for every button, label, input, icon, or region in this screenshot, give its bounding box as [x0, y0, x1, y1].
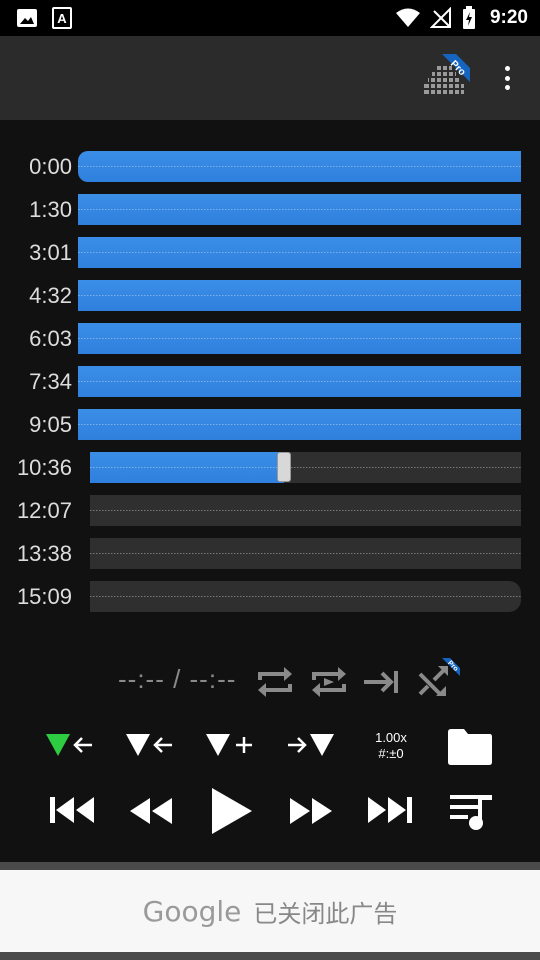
- row-time: 3:01: [29, 240, 72, 265]
- font-notification-icon: A: [52, 7, 72, 29]
- row-time: 6:03: [29, 326, 72, 351]
- waveform-row[interactable]: 3:01: [0, 237, 540, 269]
- repeat-icon[interactable]: [256, 664, 294, 700]
- position-text: --:-- / --:--: [118, 664, 237, 694]
- row-time: 1:30: [29, 197, 72, 222]
- row-time: 15:09: [16, 584, 72, 609]
- next-track-mode-icon[interactable]: [362, 668, 400, 696]
- skip-previous-icon[interactable]: [48, 794, 96, 826]
- repeat-one-icon[interactable]: [310, 664, 348, 700]
- playhead-handle[interactable]: [276, 452, 291, 482]
- waveform-row[interactable]: 7:34: [0, 366, 540, 398]
- row-time: 9:05: [29, 412, 72, 437]
- ad-closed-message: 已关闭此广告: [253, 900, 398, 928]
- row-time: 0:00: [29, 154, 72, 179]
- skip-next-icon[interactable]: [366, 794, 414, 826]
- waveform-row[interactable]: 1:30: [0, 194, 540, 226]
- play-icon[interactable]: [208, 786, 254, 836]
- ad-brand: Google: [142, 894, 242, 928]
- wifi-icon: [395, 8, 420, 27]
- svg-text:A: A: [57, 11, 67, 26]
- row-time: 12:07: [16, 498, 72, 523]
- shuffle-pro-icon[interactable]: Pro: [416, 658, 460, 702]
- overflow-menu-icon[interactable]: [500, 62, 514, 94]
- status-time: 9:20: [489, 7, 528, 28]
- rewind-icon[interactable]: [128, 796, 174, 826]
- row-time: 7:34: [29, 369, 72, 394]
- waveform-row[interactable]: 9:05: [0, 409, 540, 441]
- waveform-row[interactable]: 12:07: [0, 495, 540, 527]
- app-pro-logo-icon[interactable]: Pro: [422, 54, 470, 98]
- waveform-row[interactable]: 6:03: [0, 323, 540, 355]
- waveform-row-current[interactable]: 10:36: [0, 452, 540, 484]
- waveform-row[interactable]: 13:38: [0, 538, 540, 570]
- no-signal-icon: [429, 7, 451, 28]
- folder-icon[interactable]: [446, 728, 494, 766]
- pitch-value: #:±0: [378, 746, 404, 761]
- loop-controls: --:-- / --:-- Pro: [0, 658, 540, 704]
- fast-forward-icon[interactable]: [288, 796, 334, 826]
- marker-back-icon[interactable]: [44, 732, 96, 758]
- row-time: 10:36: [16, 455, 72, 480]
- image-notification-icon: [17, 9, 37, 27]
- ad-banner: Google 已关闭此广告: [0, 870, 540, 952]
- jump-marker-forward-icon[interactable]: [286, 732, 338, 758]
- jump-marker-back-icon[interactable]: [124, 732, 176, 758]
- playlist-icon[interactable]: [448, 792, 494, 832]
- add-marker-icon[interactable]: [204, 732, 256, 758]
- waveform-row[interactable]: 0:00: [0, 151, 540, 183]
- status-bar: A 9:20: [0, 0, 540, 36]
- waveform-row[interactable]: 4:32: [0, 280, 540, 312]
- speed-pitch-button[interactable]: 1.00x #:±0: [368, 730, 414, 762]
- row-time: 4:32: [29, 283, 72, 308]
- row-time: 13:38: [16, 541, 72, 566]
- battery-charging-icon: [462, 6, 475, 29]
- waveform-row[interactable]: 15:09: [0, 581, 540, 613]
- speed-value: 1.00x: [375, 730, 407, 745]
